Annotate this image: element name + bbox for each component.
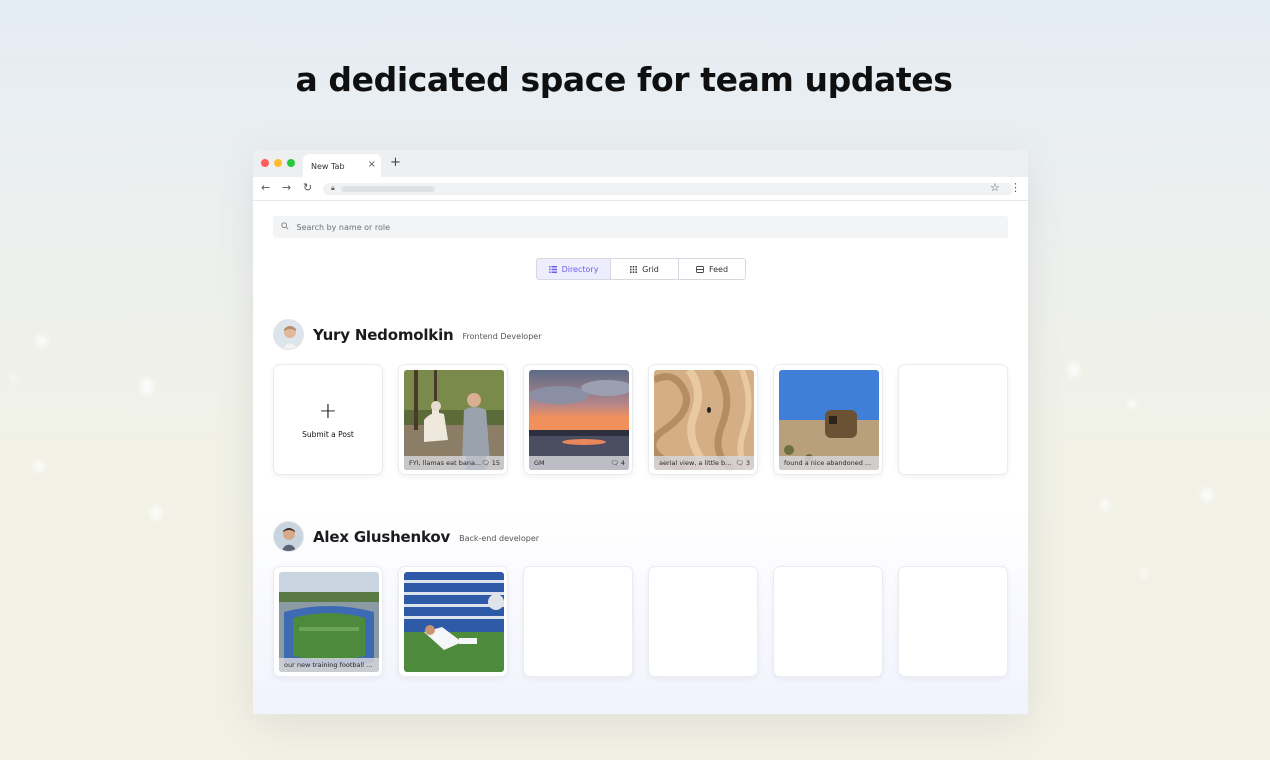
empty-post-slot	[773, 566, 883, 677]
forward-arrow-icon[interactable]: →	[282, 181, 291, 194]
post-photo-desert: found a nice abandoned ...	[779, 370, 879, 470]
back-arrow-icon[interactable]: ←	[261, 181, 270, 194]
tab-directory[interactable]: Directory	[537, 259, 610, 279]
feed-icon	[696, 265, 704, 273]
new-tab-button[interactable]: +	[390, 155, 401, 170]
sparkle-decoration	[33, 460, 45, 472]
post-photo-dunes: aerial view, a little bu... 🗨︎ 3	[654, 370, 754, 470]
post-photo-sunset: GM 🗨︎ 4	[529, 370, 629, 470]
list-icon	[548, 265, 557, 273]
bookmark-star-icon[interactable]: ☆	[990, 181, 1000, 194]
post-caption: FYI, llamas eat bana... 🗨︎ 15	[404, 456, 504, 470]
address-bar-row: ← → ↻ 🔒︎ ☆ ⋮	[253, 177, 1028, 201]
post-card[interactable]: found a nice abandoned ...	[773, 364, 883, 475]
comment-icon: 🗨︎	[481, 459, 490, 467]
sparkle-decoration	[1140, 568, 1148, 578]
user-name[interactable]: Alex Glushenkov	[313, 528, 450, 546]
url-text-placeholder	[341, 186, 435, 192]
browser-window: New Tab × + ← → ↻ 🔒︎ ☆ ⋮ Search by name …	[253, 150, 1028, 714]
avatar[interactable]	[273, 319, 304, 350]
url-input[interactable]: 🔒︎	[323, 183, 1013, 195]
close-window-button[interactable]	[261, 159, 269, 167]
post-card[interactable]: aerial view, a little bu... 🗨︎ 3	[648, 364, 758, 475]
post-caption: GM 🗨︎ 4	[529, 456, 629, 470]
submit-post-button[interactable]: + Submit a Post	[273, 364, 383, 475]
tab-strip: New Tab × +	[253, 150, 1028, 177]
maximize-window-button[interactable]	[287, 159, 295, 167]
view-switcher: Directory Grid Feed	[536, 258, 746, 280]
empty-post-slot	[898, 364, 1008, 475]
tab-feed-label: Feed	[708, 264, 729, 274]
app-page: Search by name or role Directory Grid Fe…	[253, 201, 1028, 714]
comment-count-value: 4	[620, 459, 625, 467]
post-caption: our new training football ...	[279, 658, 379, 672]
window-controls	[261, 159, 295, 167]
user-header: Alex Glushenkov Back-end developer	[273, 521, 539, 552]
page-headline: a dedicated space for team updates	[295, 60, 953, 99]
post-card[interactable]: GM 🗨︎ 4	[523, 364, 633, 475]
comment-count: 🗨︎ 15	[481, 459, 500, 470]
tab-title: New Tab	[311, 162, 345, 171]
sparkle-decoration	[140, 378, 154, 396]
submit-post-label: Submit a Post	[302, 429, 354, 439]
search-input[interactable]: Search by name or role	[273, 216, 1008, 238]
tab-directory-label: Directory	[561, 264, 599, 274]
post-card[interactable]	[398, 566, 508, 677]
comment-icon: 🗨︎	[610, 459, 619, 467]
tab-grid-label: Grid	[642, 264, 659, 274]
user-header: Yury Nedomolkin Frontend Developer	[273, 319, 542, 350]
lock-icon: 🔒︎	[331, 184, 335, 192]
post-photo-stadium: our new training football ...	[279, 572, 379, 672]
user-name[interactable]: Yury Nedomolkin	[313, 326, 454, 344]
more-menu-icon[interactable]: ⋮	[1010, 181, 1021, 194]
user-role: Frontend Developer	[462, 331, 542, 341]
close-icon[interactable]: ×	[368, 159, 376, 170]
empty-post-slot	[648, 566, 758, 677]
post-caption: aerial view, a little bu... 🗨︎ 3	[654, 456, 754, 470]
post-photo-football	[404, 572, 504, 672]
sparkle-decoration	[10, 375, 17, 382]
user-role: Back-end developer	[459, 533, 540, 543]
search-placeholder: Search by name or role	[296, 223, 391, 232]
post-list: our new training football ...	[273, 566, 1008, 677]
post-caption-text: our new training football ...	[284, 661, 373, 669]
sparkle-decoration	[1200, 488, 1214, 502]
sparkle-decoration	[36, 335, 48, 347]
comment-count: 🗨︎ 3	[736, 459, 750, 470]
post-card[interactable]: our new training football ...	[273, 566, 383, 677]
post-photo-llama: FYI, llamas eat bana... 🗨︎ 15	[404, 370, 504, 470]
minimize-window-button[interactable]	[274, 159, 282, 167]
post-list: + Submit a Post FYI, llamas eat bana... …	[273, 364, 1008, 475]
sparkle-decoration	[150, 505, 162, 521]
post-caption: found a nice abandoned ...	[779, 456, 879, 470]
post-caption-text: aerial view, a little bu...	[659, 459, 734, 467]
sparkle-decoration	[1128, 398, 1136, 410]
post-card[interactable]: FYI, llamas eat bana... 🗨︎ 15	[398, 364, 508, 475]
comment-count: 🗨︎ 4	[611, 459, 625, 470]
comment-icon: 🗨︎	[735, 459, 744, 467]
comment-count-value: 3	[745, 459, 750, 467]
plus-icon: +	[318, 398, 338, 424]
post-caption-text: FYI, llamas eat bana...	[409, 459, 482, 467]
browser-tab[interactable]: New Tab ×	[303, 154, 381, 177]
tab-grid[interactable]: Grid	[610, 259, 678, 279]
reload-icon[interactable]: ↻	[303, 181, 312, 194]
post-caption-text: GM	[534, 459, 545, 467]
comment-count-value: 15	[491, 459, 500, 467]
sparkle-decoration	[1100, 498, 1110, 512]
search-icon	[281, 222, 289, 230]
sparkle-decoration	[1068, 362, 1080, 378]
grid-icon	[630, 265, 638, 273]
empty-post-slot	[523, 566, 633, 677]
empty-post-slot	[898, 566, 1008, 677]
tab-feed[interactable]: Feed	[678, 259, 745, 279]
avatar[interactable]	[273, 521, 304, 552]
post-caption-text: found a nice abandoned ...	[784, 459, 872, 467]
